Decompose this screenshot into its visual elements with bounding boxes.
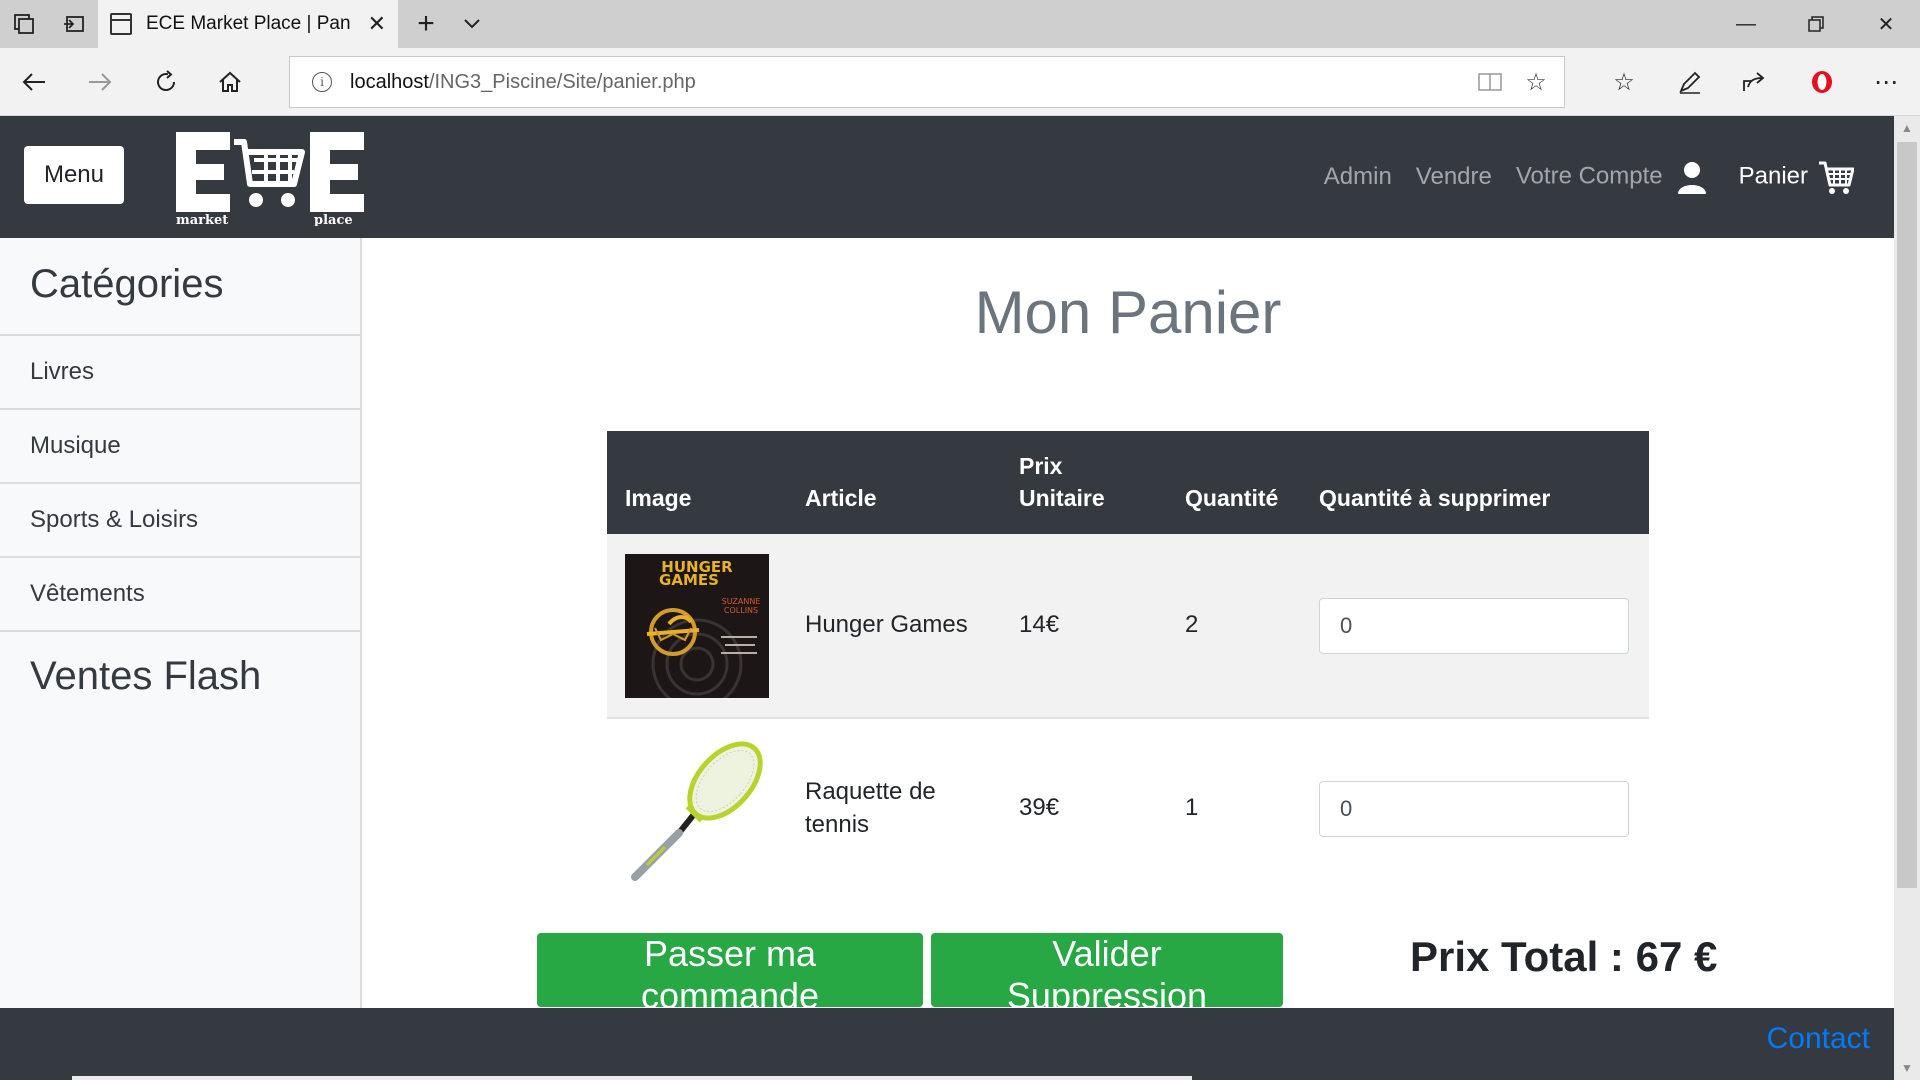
logo-text-place: place: [314, 213, 353, 226]
book-author-line2: COLLINS: [724, 606, 758, 615]
tab-manager-icon[interactable]: [0, 0, 48, 48]
browser-address-bar: i localhost /ING3_Piscine/Site/panier.ph…: [0, 48, 1920, 116]
quantity-to-remove-input[interactable]: [1319, 780, 1629, 837]
nav-compte-link[interactable]: Votre Compte: [1516, 160, 1707, 194]
url-input[interactable]: i localhost /ING3_Piscine/Site/panier.ph…: [289, 56, 1565, 108]
tennis-racket-image[interactable]: [625, 737, 769, 881]
cell-prix: 14€: [1019, 611, 1060, 639]
contact-link[interactable]: Contact: [1767, 1022, 1870, 1056]
quantity-to-remove-input[interactable]: [1319, 597, 1629, 654]
hunger-games-book-image[interactable]: HUNGER GAMES SUZANNE COLLINS: [625, 553, 769, 698]
scroll-down-icon[interactable]: ▼: [1894, 1056, 1920, 1080]
sidebar-ventes-flash[interactable]: Ventes Flash: [0, 632, 360, 699]
nav-admin-link[interactable]: Admin: [1324, 163, 1392, 191]
tab-list-chevron-down-icon[interactable]: [448, 0, 496, 48]
new-tab-icon[interactable]: +: [402, 0, 450, 48]
active-browser-tab[interactable]: ECE Market Place | Panier ✕: [98, 0, 398, 48]
categories-sidebar: Catégories Livres Musique Sports & Loisi…: [0, 238, 362, 1008]
browser-tab-bar: ECE Market Place | Panier ✕ + — ✕: [0, 0, 1920, 48]
sidebar-item-vetements[interactable]: Vêtements: [0, 558, 360, 632]
col-header-prix: Prix Unitaire: [1001, 431, 1167, 534]
minimize-icon[interactable]: —: [1712, 0, 1780, 48]
top-nav: Admin Vendre Votre Compte Panier: [1300, 150, 1855, 204]
user-icon: [1677, 160, 1707, 194]
table-row: Raquette de tennis 39€ 1: [607, 718, 1649, 898]
cell-supprimer: [1301, 718, 1649, 898]
page-title: Mon Panier: [974, 279, 1282, 346]
url-path: /ING3_Piscine/Site/panier.php: [428, 70, 696, 93]
share-icon[interactable]: [1730, 58, 1778, 106]
page-scrollbar[interactable]: ▲ ▼: [1894, 116, 1920, 1080]
footer-divider: [72, 1076, 1192, 1080]
favorite-star-icon[interactable]: ☆: [1514, 57, 1558, 107]
table-row: HUNGER GAMES SUZANNE COLLINS Hunger Game…: [607, 534, 1649, 718]
sidebar-item-livres[interactable]: Livres: [0, 336, 360, 410]
cell-quantite: 2: [1185, 611, 1199, 639]
col-header-quantite: Quantité: [1167, 431, 1301, 534]
ece-logo[interactable]: market place: [174, 130, 366, 228]
set-aside-tabs-icon[interactable]: [50, 0, 98, 48]
close-tab-icon[interactable]: ✕: [368, 11, 386, 37]
site-info-icon[interactable]: i: [312, 72, 332, 92]
site-navbar: Menu market place Admin Vendre Votre Com…: [0, 116, 1894, 238]
cart-table: Image Article Prix Unitaire Quantité Qua…: [607, 431, 1649, 898]
url-host: localhost: [350, 70, 429, 93]
table-header-row: Image Article Prix Unitaire Quantité Qua…: [607, 431, 1649, 534]
total-price: Prix Total : 67 €: [1410, 933, 1718, 980]
page-icon: [110, 13, 132, 35]
menu-button[interactable]: Menu: [24, 146, 124, 204]
sidebar-item-musique[interactable]: Musique: [0, 410, 360, 484]
refresh-icon[interactable]: [142, 58, 190, 106]
scroll-thumb[interactable]: [1897, 142, 1917, 888]
col-header-supprimer: Quantité à supprimer: [1301, 431, 1649, 534]
sidebar-title: Catégories: [0, 238, 360, 336]
col-header-prix-line2: Unitaire: [1019, 484, 1105, 511]
reading-view-icon[interactable]: [1468, 57, 1512, 107]
site-footer: Contact: [0, 1008, 1894, 1080]
cell-article: Hunger Games: [805, 611, 968, 639]
cell-image: HUNGER GAMES SUZANNE COLLINS: [607, 534, 787, 718]
cell-supprimer: [1301, 534, 1649, 718]
nav-vendre-link[interactable]: Vendre: [1416, 163, 1492, 191]
col-header-image: Image: [607, 431, 787, 534]
col-header-article: Article: [787, 431, 1001, 534]
sidebar-item-sports-loisirs[interactable]: Sports & Loisirs: [0, 484, 360, 558]
passer-commande-button[interactable]: Passer ma commande: [537, 933, 923, 1016]
opera-extension-icon[interactable]: [1798, 58, 1846, 106]
close-window-icon[interactable]: ✕: [1852, 0, 1920, 48]
book-author-line1: SUZANNE: [722, 597, 761, 606]
scroll-up-icon[interactable]: ▲: [1894, 116, 1920, 140]
nav-panier-label: Panier: [1738, 162, 1808, 190]
tab-title: ECE Market Place | Panier: [146, 13, 351, 34]
logo-text-market: market: [176, 213, 228, 226]
favorites-list-icon[interactable]: ☆: [1600, 58, 1648, 106]
shopping-cart-icon: [1818, 159, 1855, 195]
forward-arrow-icon[interactable]: [76, 58, 124, 106]
cell-article-line1: Raquette de: [805, 778, 936, 806]
valider-suppression-button[interactable]: Valider Suppression: [931, 933, 1283, 1016]
book-title-line2: GAMES: [659, 571, 719, 589]
pen-icon[interactable]: [1666, 58, 1714, 106]
restore-icon[interactable]: [1782, 0, 1850, 48]
cell-quantite: 1: [1185, 794, 1199, 822]
col-header-prix-line1: Prix: [1019, 452, 1063, 479]
home-icon[interactable]: [206, 58, 254, 106]
more-options-icon[interactable]: ⋯: [1862, 58, 1910, 106]
back-arrow-icon[interactable]: [10, 58, 58, 106]
cell-image: [607, 718, 787, 898]
nav-panier-link[interactable]: Panier: [1738, 159, 1855, 195]
cell-article-line2: tennis: [805, 810, 870, 838]
cell-article: Raquette de tennis: [787, 718, 1001, 898]
cell-prix: 39€: [1019, 794, 1060, 822]
nav-compte-label: Votre Compte: [1515, 162, 1663, 190]
